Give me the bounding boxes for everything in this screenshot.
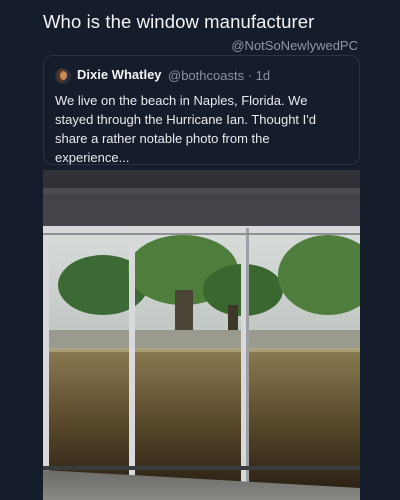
tweet-age: 1d bbox=[255, 68, 271, 83]
tweet-line: We live on the beach in Naples, Florida.… bbox=[55, 93, 308, 108]
tweet-handle: @bothcoasts bbox=[168, 68, 245, 83]
avatar[interactable] bbox=[55, 68, 71, 84]
tweet-line: share a rather notable photo from the bbox=[55, 131, 270, 146]
tweet-photo[interactable] bbox=[43, 170, 360, 500]
tweet-separator: · bbox=[247, 68, 253, 83]
tweet-line: stayed through the Hurricane Ian. Though… bbox=[55, 112, 316, 127]
flooded-window-illustration bbox=[43, 170, 360, 500]
quoted-tweet-card[interactable]: Dixie Whatley @bothcoasts · 1d We live o… bbox=[43, 55, 360, 165]
tweet-line: experience... bbox=[55, 150, 130, 165]
tweet-text: We live on the beach in Naples, Florida.… bbox=[55, 91, 351, 167]
tweet-author-name[interactable]: Dixie Whatley bbox=[77, 67, 162, 82]
watermark: @NotSoNewlywedPC bbox=[231, 38, 358, 53]
caption: Who is the window manufacturer bbox=[43, 11, 315, 32]
tweet-meta: @bothcoasts · 1d bbox=[168, 68, 270, 83]
